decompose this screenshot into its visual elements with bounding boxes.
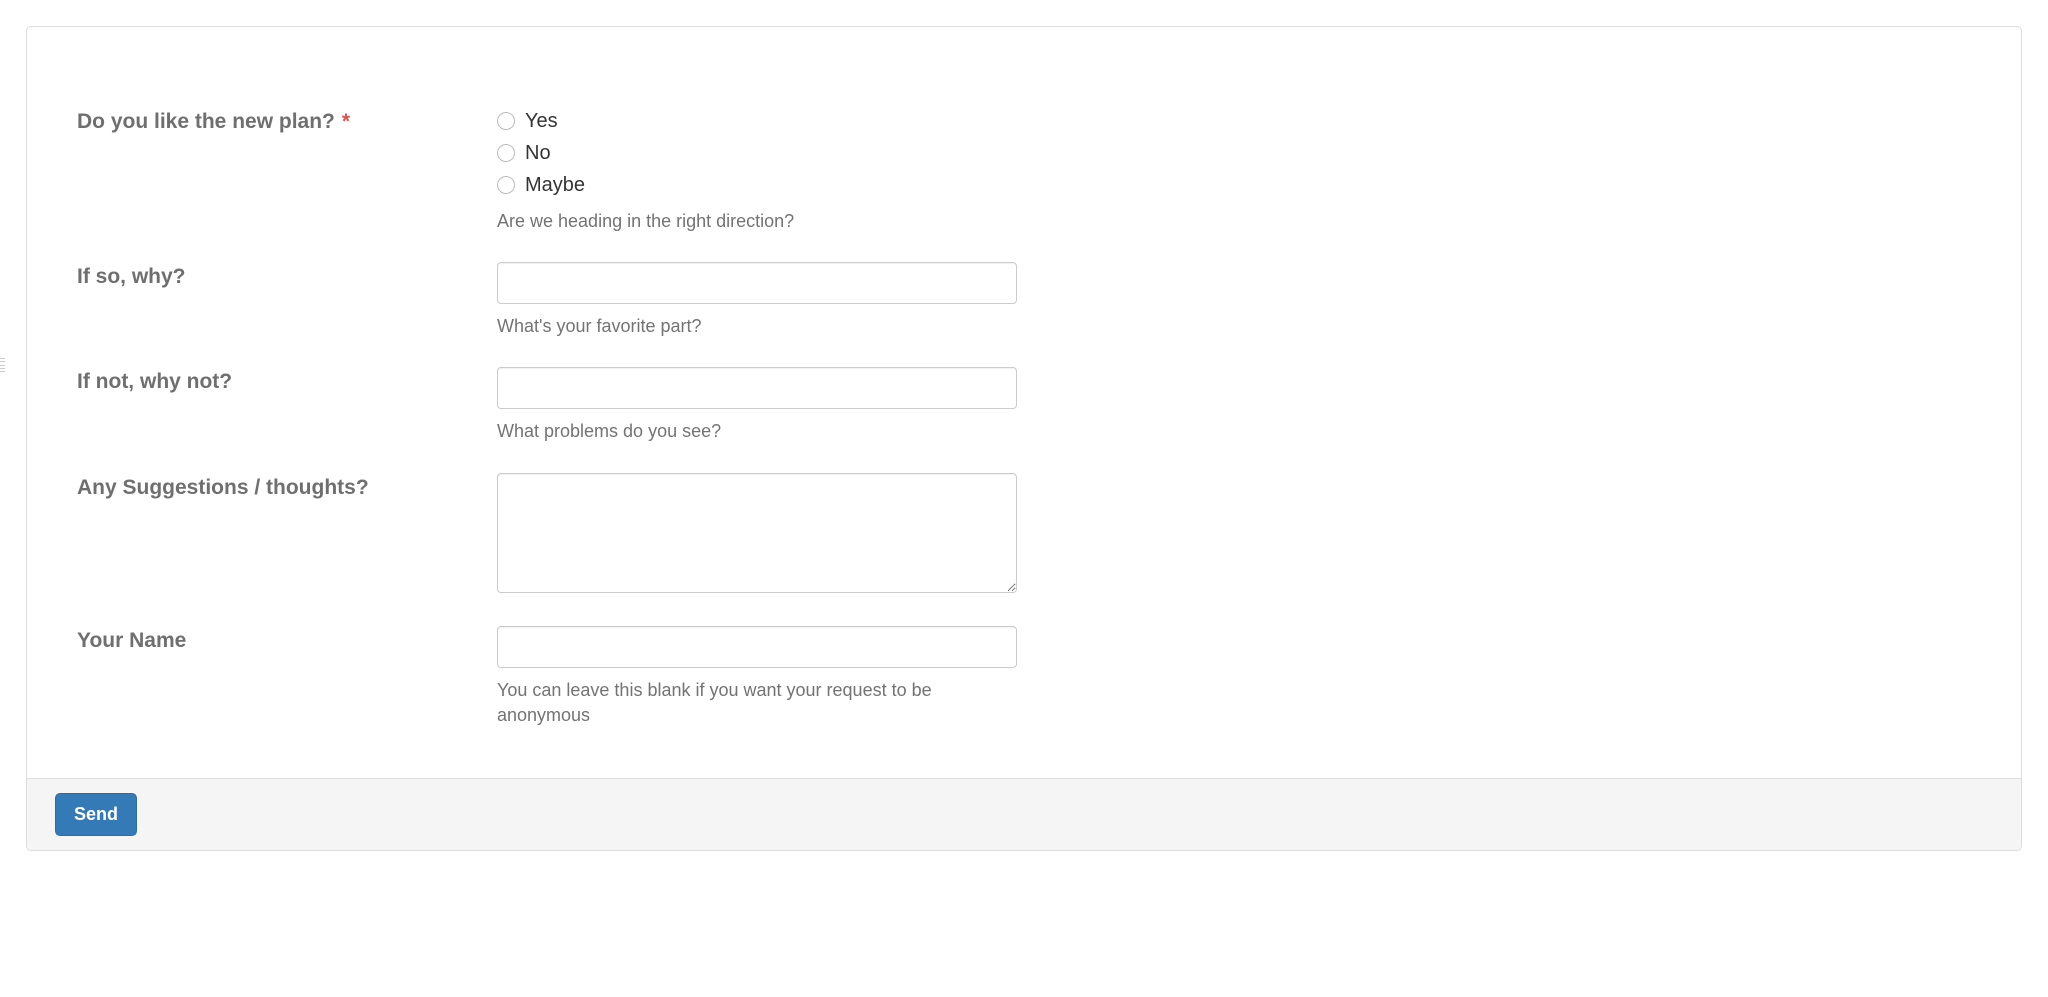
textarea-suggestions[interactable] bbox=[497, 473, 1017, 593]
required-indicator: * bbox=[342, 110, 350, 133]
form-panel: Do you like the new plan? * Yes No Maybe… bbox=[26, 26, 2022, 851]
side-handle bbox=[0, 358, 5, 372]
input-if-so[interactable] bbox=[497, 262, 1017, 304]
label-if-so: If so, why? bbox=[77, 265, 186, 288]
radio-no[interactable] bbox=[497, 144, 515, 162]
form-footer: Send bbox=[27, 778, 2021, 850]
help-if-not: What problems do you see? bbox=[497, 419, 1017, 444]
send-button[interactable]: Send bbox=[55, 793, 137, 836]
radio-label-no[interactable]: No bbox=[525, 139, 551, 167]
radio-option-maybe: Maybe bbox=[497, 171, 1017, 199]
label-like-plan: Do you like the new plan? bbox=[77, 110, 335, 133]
label-suggestions: Any Suggestions / thoughts? bbox=[77, 476, 369, 499]
form-body: Do you like the new plan? * Yes No Maybe… bbox=[27, 27, 2021, 778]
radio-option-yes: Yes bbox=[497, 107, 1017, 135]
radio-label-maybe[interactable]: Maybe bbox=[525, 171, 585, 199]
radio-label-yes[interactable]: Yes bbox=[525, 107, 558, 135]
label-your-name: Your Name bbox=[77, 629, 186, 652]
input-if-not[interactable] bbox=[497, 367, 1017, 409]
field-if-not: If not, why not? What problems do you se… bbox=[77, 367, 1971, 444]
help-if-so: What's your favorite part? bbox=[497, 314, 1017, 339]
field-if-so: If so, why? What's your favorite part? bbox=[77, 262, 1971, 339]
radio-yes[interactable] bbox=[497, 112, 515, 130]
help-like-plan: Are we heading in the right direction? bbox=[497, 209, 1017, 234]
help-your-name: You can leave this blank if you want you… bbox=[497, 678, 1017, 728]
radio-maybe[interactable] bbox=[497, 176, 515, 194]
field-suggestions: Any Suggestions / thoughts? bbox=[77, 473, 1971, 598]
field-your-name: Your Name You can leave this blank if yo… bbox=[77, 626, 1971, 728]
radio-option-no: No bbox=[497, 139, 1017, 167]
field-like-plan: Do you like the new plan? * Yes No Maybe… bbox=[77, 107, 1971, 234]
label-if-not: If not, why not? bbox=[77, 370, 232, 393]
input-your-name[interactable] bbox=[497, 626, 1017, 668]
